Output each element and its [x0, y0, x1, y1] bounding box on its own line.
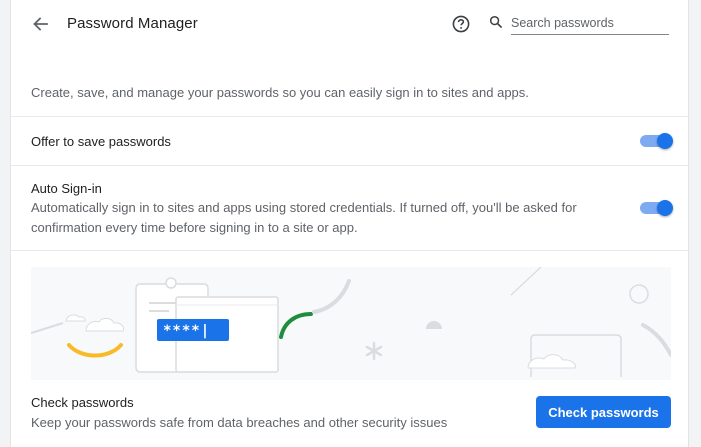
cloud-shape: [85, 317, 124, 332]
toggle-knob: [657, 133, 673, 149]
divider: [11, 165, 688, 166]
asterisk-shape: [365, 341, 383, 361]
divider: [11, 116, 688, 117]
yellow-arc: [67, 343, 123, 358]
diagonal-line: [510, 267, 542, 296]
toggle-knob: [657, 200, 673, 216]
help-button[interactable]: [449, 12, 473, 36]
password-mask-text: ****|: [163, 323, 210, 339]
intro-text: Create, save, and manage your passwords …: [31, 85, 529, 100]
illustration-graphic: ****|: [31, 267, 671, 377]
page-title: Password Manager: [67, 15, 198, 32]
line-accent: [31, 322, 64, 334]
arrow-left-icon: [33, 17, 48, 31]
auto-sign-in-description: Automatically sign in to sites and apps …: [31, 200, 577, 235]
check-passwords-illustration: ****|: [31, 267, 671, 380]
grey-arc: [641, 323, 671, 357]
auto-sign-in-label: Auto Sign-in: [31, 181, 102, 196]
offer-to-save-toggle[interactable]: [640, 133, 673, 149]
check-passwords-button[interactable]: Check passwords: [536, 396, 671, 428]
divider: [11, 250, 688, 251]
green-arc: [279, 312, 313, 339]
auto-sign-in-toggle[interactable]: [640, 200, 673, 216]
search-input[interactable]: [511, 12, 669, 35]
window-outline: [530, 334, 622, 377]
password-manager-card: Password Manager Create, save, and manag…: [10, 0, 689, 447]
cloud-shape: [527, 354, 576, 369]
check-passwords-title: Check passwords: [31, 395, 134, 410]
back-button[interactable]: [28, 12, 52, 36]
circle-shape: [629, 284, 649, 304]
help-circle-icon: [452, 15, 470, 33]
header: Password Manager: [11, 0, 688, 48]
magnifier-icon: [489, 15, 503, 29]
grey-arc: [312, 279, 351, 314]
check-passwords-description: Keep your passwords safe from data breac…: [31, 415, 448, 430]
search-box: [489, 8, 671, 36]
clipboard-clip: [165, 277, 177, 289]
semicircle-shape: [426, 321, 442, 329]
cloud-shape: [65, 314, 86, 322]
offer-to-save-label: Offer to save passwords: [31, 134, 171, 149]
